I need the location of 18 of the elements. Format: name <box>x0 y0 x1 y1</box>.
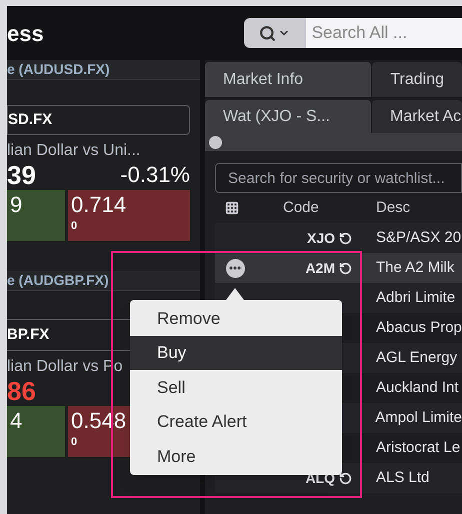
security-description: Ampol Limite <box>375 408 462 428</box>
security-description: Abacus Prop <box>376 318 462 338</box>
security-description: Aristocrat Le <box>376 438 460 458</box>
change-percent: -0.31% <box>120 164 190 186</box>
instrument-name: lian Dollar vs Uni... <box>7 141 142 161</box>
security-description: Auckland Int <box>376 378 459 398</box>
security-description: The A2 Milk <box>376 258 454 278</box>
price: 86 <box>7 378 36 404</box>
app-title: ess <box>7 20 44 48</box>
security-description: Adbri Limite <box>376 288 456 308</box>
security-description: ALS Ltd <box>376 468 430 488</box>
widget-title: e (AUDUSD.FX) <box>7 60 110 79</box>
widget-title: e (AUDGBP.FX) <box>7 271 109 290</box>
security-description: S&P/ASX 20 <box>376 228 462 248</box>
security-code: A2M <box>305 258 335 278</box>
price: 39 <box>7 162 36 188</box>
security-code: XJO <box>306 228 335 248</box>
security-description: AGL Energy <box>376 348 458 368</box>
